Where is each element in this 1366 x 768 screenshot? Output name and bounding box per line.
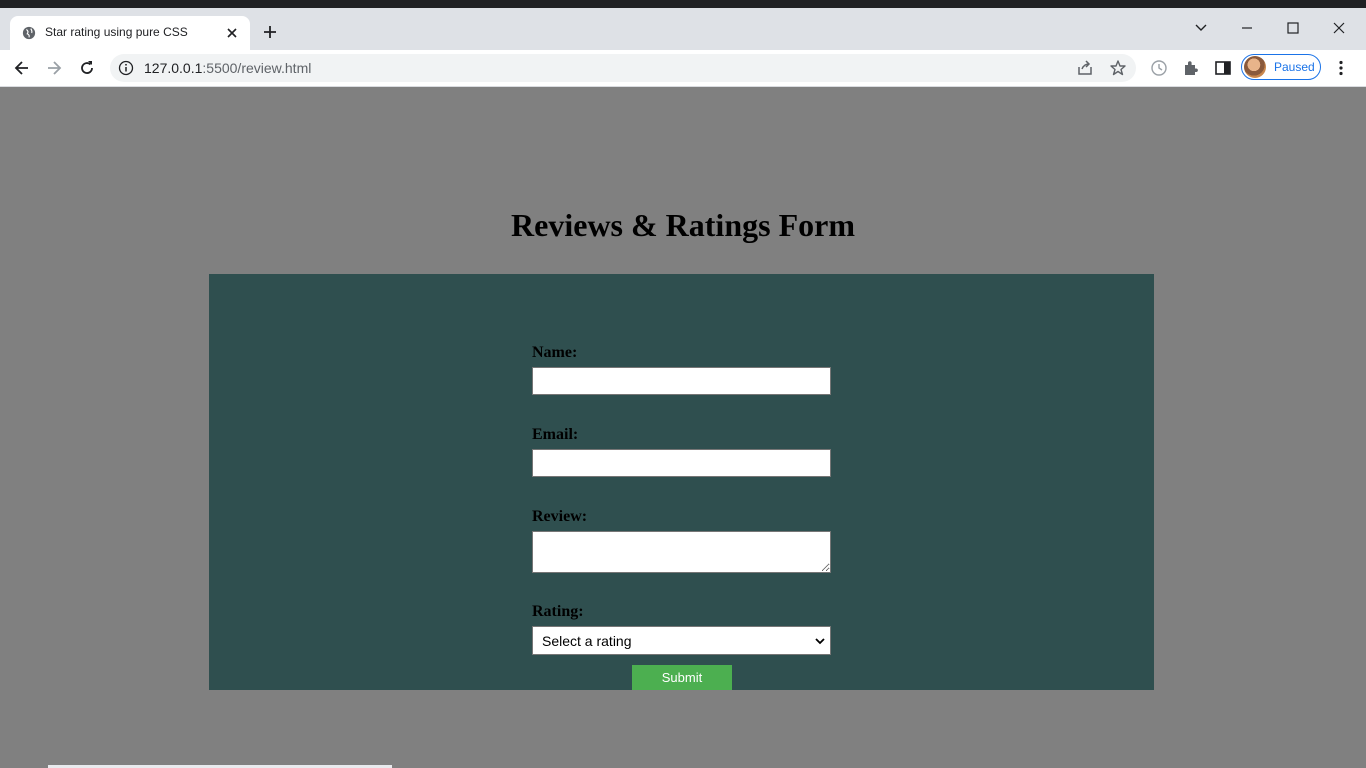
rating-selected-value: Select a rating xyxy=(542,633,632,649)
extensions-puzzle-icon[interactable] xyxy=(1181,58,1201,78)
share-icon[interactable] xyxy=(1076,59,1094,77)
close-window-icon[interactable] xyxy=(1324,14,1354,42)
extension-timer-icon[interactable] xyxy=(1149,58,1169,78)
rating-select[interactable]: Select a rating xyxy=(532,626,831,655)
name-input[interactable] xyxy=(532,367,831,395)
rating-label: Rating: xyxy=(532,603,584,620)
submit-button[interactable]: Submit xyxy=(632,665,732,690)
page-title: Reviews & Ratings Form xyxy=(511,207,855,243)
forward-arrow-icon[interactable] xyxy=(44,58,64,78)
profile-status: Paused xyxy=(1274,60,1315,74)
back-arrow-icon[interactable] xyxy=(12,58,32,78)
minimize-icon[interactable] xyxy=(1232,14,1262,42)
review-form-panel: Name: Email: Review: Rating: Select a ra… xyxy=(209,274,1154,690)
tab-strip: Star rating using pure CSS xyxy=(0,8,1366,50)
window-top-edge xyxy=(0,0,1366,8)
new-tab-icon[interactable] xyxy=(260,22,280,42)
browser-tab[interactable]: Star rating using pure CSS xyxy=(10,16,250,50)
email-label: Email: xyxy=(532,426,579,443)
page-viewport: Reviews & Ratings Form Name: Email: Revi… xyxy=(0,87,1366,768)
bookmark-star-icon[interactable] xyxy=(1109,59,1127,77)
url-host: 127.0.0.1 xyxy=(144,60,203,76)
email-input[interactable] xyxy=(532,449,831,477)
chevron-down-icon xyxy=(815,638,825,645)
site-info-icon[interactable] xyxy=(118,60,134,76)
browser-toolbar: 127.0.0.1:5500/review.html Paused xyxy=(0,50,1366,87)
review-textarea[interactable] xyxy=(532,531,831,573)
url-path: :5500/review.html xyxy=(202,60,312,76)
side-panel-icon[interactable] xyxy=(1213,58,1233,78)
close-tab-icon[interactable] xyxy=(222,23,242,43)
tab-title: Star rating using pure CSS xyxy=(45,25,188,39)
menu-kebab-icon[interactable] xyxy=(1331,58,1351,78)
reload-icon[interactable] xyxy=(77,58,97,78)
maximize-icon[interactable] xyxy=(1278,14,1308,42)
tab-search-chevron-icon[interactable] xyxy=(1186,14,1216,42)
profile-button[interactable]: Paused xyxy=(1241,54,1321,80)
globe-icon xyxy=(22,26,36,40)
address-bar[interactable]: 127.0.0.1:5500/review.html xyxy=(110,54,1136,82)
url-text: 127.0.0.1:5500/review.html xyxy=(144,60,311,76)
avatar xyxy=(1244,56,1266,78)
review-label: Review: xyxy=(532,508,588,525)
name-label: Name: xyxy=(532,344,578,361)
